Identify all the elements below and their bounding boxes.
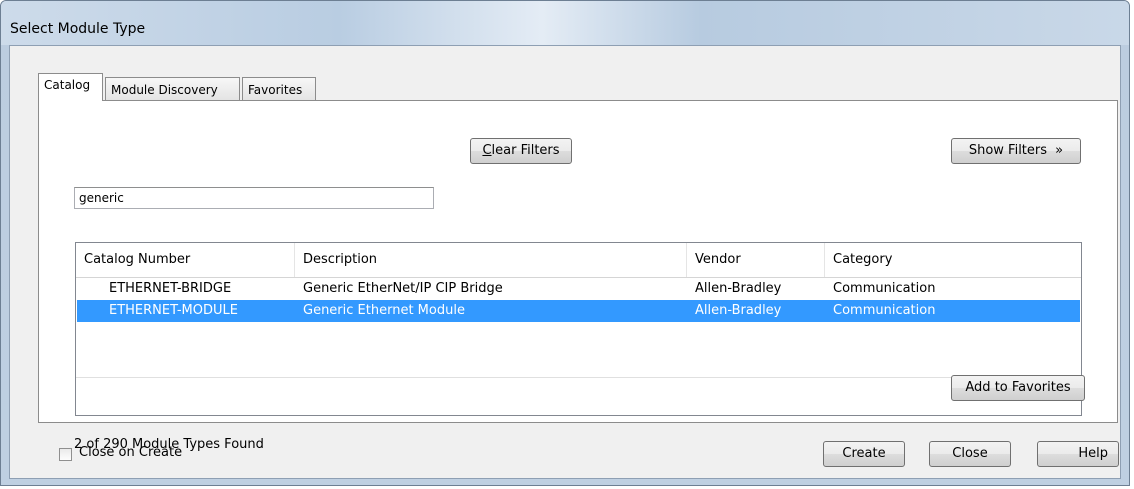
column-header-vendor[interactable]: Vendor [687, 243, 825, 277]
create-label: Create [842, 446, 886, 461]
row-vendor: Allen-Bradley [695, 281, 782, 296]
row-description: Generic Ethernet Module [303, 303, 465, 318]
row-category: Communication [833, 303, 936, 318]
row-catalog-number: ETHERNET-BRIDGE [109, 281, 232, 296]
search-input[interactable] [74, 187, 434, 209]
tab-favorites[interactable]: Favorites [242, 77, 316, 101]
close-label: Close [952, 446, 988, 461]
module-table: Catalog Number Description Vendor Catego… [75, 242, 1082, 416]
row-description: Generic EtherNet/IP CIP Bridge [303, 281, 503, 296]
help-button[interactable]: Help [1037, 441, 1119, 467]
clear-filters-button[interactable]: Clear Filters [470, 138, 572, 164]
column-header-description[interactable]: Description [295, 243, 687, 277]
show-filters-button[interactable]: Show Filters » [951, 138, 1081, 164]
catalog-panel: Clear Filters Show Filters » Catalog Num… [38, 100, 1118, 452]
title-bar[interactable]: Select Module Type [1, 1, 1129, 45]
tab-module-discovery[interactable]: Module Discovery [105, 77, 240, 101]
double-chevron-down-icon: » [1055, 143, 1064, 158]
table-row-selected[interactable]: ETHERNET-MODULE Generic Ethernet Module … [77, 300, 1080, 322]
tab-catalog-label: Catalog [44, 78, 91, 92]
horizontal-scrollbar-area[interactable] [76, 377, 1081, 378]
table-header: Catalog Number Description Vendor Catego… [76, 243, 1081, 278]
column-header-catalog-number[interactable]: Catalog Number [76, 243, 295, 277]
column-header-category[interactable]: Category [825, 243, 1081, 277]
tab-module-discovery-label: Module Discovery [111, 83, 218, 97]
dialog-window: Select Module Type Catalog Module Discov… [0, 0, 1130, 486]
row-category: Communication [833, 281, 936, 296]
add-to-favorites-button[interactable]: Add to Favorites [951, 375, 1085, 401]
table-row[interactable]: ETHERNET-BRIDGE Generic EtherNet/IP CIP … [77, 278, 1080, 300]
close-on-create-checkbox[interactable] [59, 448, 72, 461]
window-title: Select Module Type [10, 21, 146, 37]
row-vendor: Allen-Bradley [695, 303, 782, 318]
tab-catalog[interactable]: Catalog [38, 73, 103, 101]
close-on-create-label: Close on Create [79, 445, 183, 460]
help-label: Help [1078, 446, 1108, 461]
close-button[interactable]: Close [929, 441, 1011, 467]
clear-filters-label: Clear Filters [482, 143, 560, 158]
row-catalog-number: ETHERNET-MODULE [109, 303, 238, 318]
show-filters-label: Show Filters [968, 143, 1048, 158]
tab-favorites-label: Favorites [248, 83, 303, 97]
add-to-favorites-label: Add to Favorites [965, 380, 1071, 395]
create-button[interactable]: Create [823, 441, 905, 467]
